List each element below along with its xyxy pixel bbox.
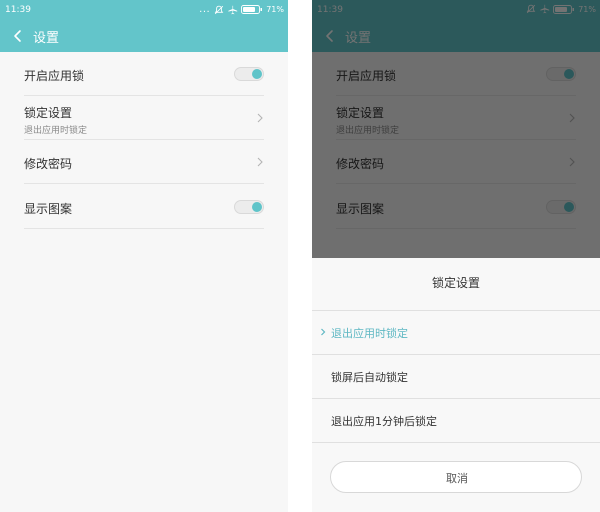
setting-label: 修改密码: [24, 157, 73, 171]
sheet-option-one-minute[interactable]: 退出应用1分钟后锁定: [312, 398, 600, 442]
status-bar: 11:39 ... 71%: [0, 0, 288, 20]
setting-label: 开启应用锁: [24, 69, 85, 83]
check-chevron-icon: [321, 328, 326, 336]
airplane-icon: [228, 5, 238, 14]
chevron-right-icon: [257, 113, 263, 123]
app-bar: 设置: [0, 20, 288, 52]
setting-row-show-pattern[interactable]: 显示图案: [24, 184, 264, 229]
setting-row-change-password[interactable]: 修改密码: [24, 140, 264, 184]
option-label: 退出应用时锁定: [331, 327, 408, 340]
status-more-dots: ...: [199, 4, 211, 15]
sheet-option-screen-lock[interactable]: 锁屏后自动锁定: [312, 354, 600, 398]
setting-label: 显示图案: [24, 202, 73, 216]
page-title: 设置: [33, 31, 60, 46]
setting-row-lock-settings[interactable]: 锁定设置 退出应用时锁定: [24, 96, 264, 140]
sheet-option-exit-lock[interactable]: 退出应用时锁定: [312, 310, 600, 354]
status-icons: ... 71%: [199, 4, 284, 15]
cancel-label: 取消: [446, 472, 468, 485]
battery-percent: 71%: [266, 5, 284, 14]
cancel-button[interactable]: 取消: [330, 461, 582, 493]
app-lock-toggle[interactable]: [234, 67, 264, 81]
dim-overlay[interactable]: [312, 0, 600, 258]
show-pattern-toggle[interactable]: [234, 200, 264, 214]
settings-screen-with-sheet: 11:39 71% 设置 开启应用锁: [312, 0, 600, 512]
setting-label: 锁定设置: [24, 106, 73, 120]
divider: [312, 442, 600, 443]
toggle-knob: [252, 202, 262, 212]
settings-screen: 11:39 ... 71% 设置 开启应用锁 锁定设置 退出应用时锁定 修改密码…: [0, 0, 288, 512]
battery-icon: [241, 5, 263, 14]
option-label: 退出应用1分钟后锁定: [331, 415, 437, 428]
setting-sublabel: 退出应用时锁定: [24, 126, 88, 136]
chevron-right-icon: [257, 157, 263, 167]
status-time: 11:39: [5, 5, 31, 15]
lock-settings-sheet: 锁定设置 退出应用时锁定 锁屏后自动锁定 退出应用1分钟后锁定 取消: [312, 258, 600, 512]
toggle-knob: [252, 69, 262, 79]
bell-off-icon: [214, 5, 224, 14]
setting-row-app-lock[interactable]: 开启应用锁: [24, 52, 264, 96]
option-label: 锁屏后自动锁定: [331, 371, 408, 384]
chevron-left-icon[interactable]: [11, 28, 25, 44]
sheet-title: 锁定设置: [431, 276, 480, 290]
